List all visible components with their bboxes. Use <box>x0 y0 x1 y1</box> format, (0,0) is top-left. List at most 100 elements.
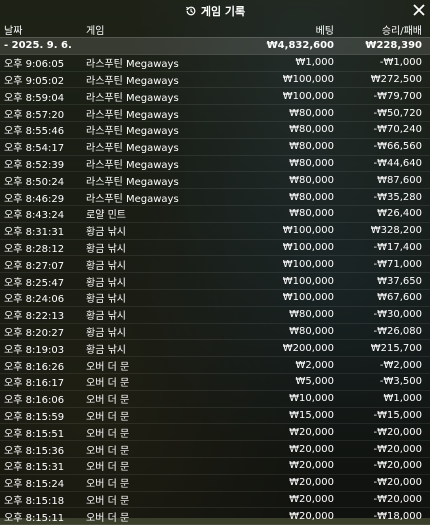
summary-winloss: ₩228,390 <box>365 40 422 52</box>
table-row[interactable]: 오후 8:46:29 라스푸틴 Megaways ₩80,000 -₩35,280 <box>0 189 430 206</box>
row-time: 오후 8:19:03 <box>4 344 65 356</box>
title-group: 게임 기록 <box>185 3 245 19</box>
row-bet: ₩20,000 <box>289 426 334 438</box>
row-game: 황금 낚시 <box>86 294 126 306</box>
summary-bet: ₩4,832,600 <box>266 40 334 52</box>
date-summary-row[interactable]: - 2025. 9. 6. ₩4,832,600 ₩228,390 <box>0 38 430 55</box>
table-row[interactable]: 오후 8:52:39 라스푸틴 Megaways ₩80,000 -₩44,640 <box>0 156 430 173</box>
row-bet: ₩20,000 <box>289 477 334 489</box>
table-row[interactable]: 오후 8:20:27 황금 낚시 ₩80,000 -₩26,080 <box>0 324 430 341</box>
row-time: 오후 8:31:31 <box>4 227 65 239</box>
row-bet: ₩100,000 <box>282 292 334 304</box>
table-row[interactable]: 오후 8:15:36 오버 더 문 ₩20,000 -₩20,000 <box>0 441 430 458</box>
table-row[interactable]: 오후 8:22:13 황금 낚시 ₩80,000 -₩30,000 <box>0 307 430 324</box>
title-bar: 게임 기록 <box>0 0 430 22</box>
table-row[interactable]: 오후 9:05:02 라스푸틴 Megaways ₩100,000 ₩272,500 <box>0 72 430 89</box>
row-bet: ₩100,000 <box>282 225 334 237</box>
row-time: 오후 8:15:24 <box>4 479 65 491</box>
row-time: 오후 9:05:02 <box>4 75 65 87</box>
table-row[interactable]: 오후 8:25:47 황금 낚시 ₩100,000 ₩37,650 <box>0 273 430 290</box>
row-game: 라스푸틴 Megaways <box>86 109 179 121</box>
history-list: 오후 9:06:05 라스푸틴 Megaways ₩1,000 -₩1,000 오후 9… <box>0 55 430 525</box>
table-row[interactable]: 오후 8:57:20 라스푸틴 Megaways ₩80,000 -₩50,720 <box>0 105 430 122</box>
row-winloss: -₩17,400 <box>373 241 423 253</box>
row-bet: ₩80,000 <box>289 107 334 119</box>
row-game: 황금 낚시 <box>86 311 126 323</box>
row-game: 오버 더 문 <box>86 361 130 373</box>
table-row[interactable]: 오후 8:24:06 황금 낚시 ₩100,000 ₩67,600 <box>0 290 430 307</box>
row-bet: ₩80,000 <box>289 309 334 321</box>
row-winloss: -₩66,560 <box>373 141 423 153</box>
table-row[interactable]: 오후 8:19:03 황금 낚시 ₩200,000 ₩215,700 <box>0 340 430 358</box>
row-winloss: ₩272,500 <box>370 73 422 85</box>
row-winloss: -₩79,700 <box>373 90 423 102</box>
row-winloss: -₩15,000 <box>373 409 423 421</box>
table-row[interactable]: 오후 8:43:24 로얄 민트 ₩80,000 ₩26,400 <box>0 206 430 223</box>
row-bet: ₩100,000 <box>282 90 334 102</box>
row-bet: ₩200,000 <box>282 342 334 354</box>
table-row[interactable]: 오후 8:31:31 황금 낚시 ₩100,000 ₩328,200 <box>0 223 430 240</box>
row-winloss: -₩20,000 <box>373 443 423 455</box>
row-bet: ₩100,000 <box>282 275 334 287</box>
row-bet: ₩80,000 <box>289 208 334 220</box>
row-game: 황금 낚시 <box>86 260 126 272</box>
row-game: 라스푸틴 Megaways <box>86 193 179 205</box>
row-winloss: ₩1,000 <box>383 393 422 405</box>
table-row[interactable]: 오후 9:06:05 라스푸틴 Megaways ₩1,000 -₩1,000 <box>0 55 430 72</box>
row-game: 황금 낚시 <box>86 277 126 289</box>
row-time: 오후 8:15:11 <box>4 512 65 524</box>
table-row[interactable]: 오후 8:15:31 오버 더 문 ₩20,000 -₩20,000 <box>0 458 430 475</box>
row-winloss: -₩2,000 <box>379 359 422 371</box>
row-winloss: -₩30,000 <box>373 309 423 321</box>
row-winloss: -₩50,720 <box>373 107 423 119</box>
row-winloss: -₩1,000 <box>379 57 422 69</box>
row-winloss: ₩37,650 <box>377 275 422 287</box>
table-row[interactable]: 오후 8:16:06 오버 더 문 ₩10,000 ₩1,000 <box>0 391 430 408</box>
row-bet: ₩80,000 <box>289 141 334 153</box>
row-bet: ₩10,000 <box>289 393 334 405</box>
table-row[interactable]: 오후 8:16:17 오버 더 문 ₩5,000 -₩3,500 <box>0 374 430 391</box>
row-time: 오후 8:52:39 <box>4 159 65 171</box>
column-header-bet: 베팅 <box>315 26 334 37</box>
table-row[interactable]: 오후 8:50:24 라스푸틴 Megaways ₩80,000 ₩87,600 <box>0 172 430 190</box>
column-header-winloss: 승리/패배 <box>381 26 422 37</box>
row-time: 오후 8:15:36 <box>4 445 65 457</box>
row-bet: ₩20,000 <box>289 510 334 522</box>
table-header: 날짜 게임 베팅 승리/패배 <box>0 22 430 38</box>
row-winloss: -₩20,000 <box>373 426 423 438</box>
table-row[interactable]: 오후 8:16:26 오버 더 문 ₩2,000 -₩2,000 <box>0 357 430 374</box>
row-winloss: -₩70,240 <box>373 124 423 136</box>
table-row[interactable]: 오후 8:55:46 라스푸틴 Megaways ₩80,000 -₩70,240 <box>0 122 430 139</box>
row-time: 오후 8:15:18 <box>4 495 65 507</box>
table-row[interactable]: 오후 8:28:12 황금 낚시 ₩100,000 -₩17,400 <box>0 240 430 257</box>
table-row[interactable]: 오후 8:27:07 황금 낚시 ₩100,000 -₩71,000 <box>0 256 430 274</box>
table-row[interactable]: 오후 8:15:18 오버 더 문 ₩20,000 -₩20,000 <box>0 492 430 509</box>
row-bet: ₩80,000 <box>289 191 334 203</box>
table-row[interactable]: 오후 8:15:51 오버 더 문 ₩20,000 -₩20,000 <box>0 424 430 442</box>
close-icon[interactable] <box>411 2 427 18</box>
row-bet: ₩20,000 <box>289 493 334 505</box>
row-game: 오버 더 문 <box>86 479 130 491</box>
row-time: 오후 8:54:17 <box>4 143 65 155</box>
table-row[interactable]: 오후 8:15:24 오버 더 문 ₩20,000 -₩20,000 <box>0 475 430 492</box>
table-row[interactable]: 오후 8:59:04 라스푸틴 Megaways ₩100,000 -₩79,700 <box>0 88 430 106</box>
game-history-panel: 게임 기록 날짜 게임 베팅 승리/패배 - 2025. 9. 6. ₩4,83… <box>0 0 430 525</box>
row-game: 황금 낚시 <box>86 243 126 255</box>
row-game: 오버 더 문 <box>86 462 130 474</box>
row-time: 오후 8:15:31 <box>4 462 65 474</box>
row-winloss: -₩71,000 <box>373 258 423 270</box>
table-row[interactable]: 오후 8:15:59 오버 더 문 ₩15,000 -₩15,000 <box>0 408 430 425</box>
row-bet: ₩100,000 <box>282 258 334 270</box>
row-time: 오후 8:16:06 <box>4 395 65 407</box>
row-time: 오후 8:46:29 <box>4 193 65 205</box>
row-bet: ₩5,000 <box>295 376 334 388</box>
row-time: 오후 8:24:06 <box>4 294 65 306</box>
table-row[interactable]: 오후 8:54:17 라스푸틴 Megaways ₩80,000 -₩66,560 <box>0 139 430 156</box>
row-game: 오버 더 문 <box>86 411 130 423</box>
row-time: 오후 8:59:04 <box>4 92 65 104</box>
row-time: 오후 8:16:17 <box>4 378 65 390</box>
row-time: 오후 8:43:24 <box>4 210 65 222</box>
table-row[interactable]: 오후 8:15:11 오버 더 문 ₩20,000 -₩18,000 <box>0 508 430 525</box>
row-time: 오후 8:16:26 <box>4 361 65 373</box>
row-winloss: ₩67,600 <box>377 292 422 304</box>
